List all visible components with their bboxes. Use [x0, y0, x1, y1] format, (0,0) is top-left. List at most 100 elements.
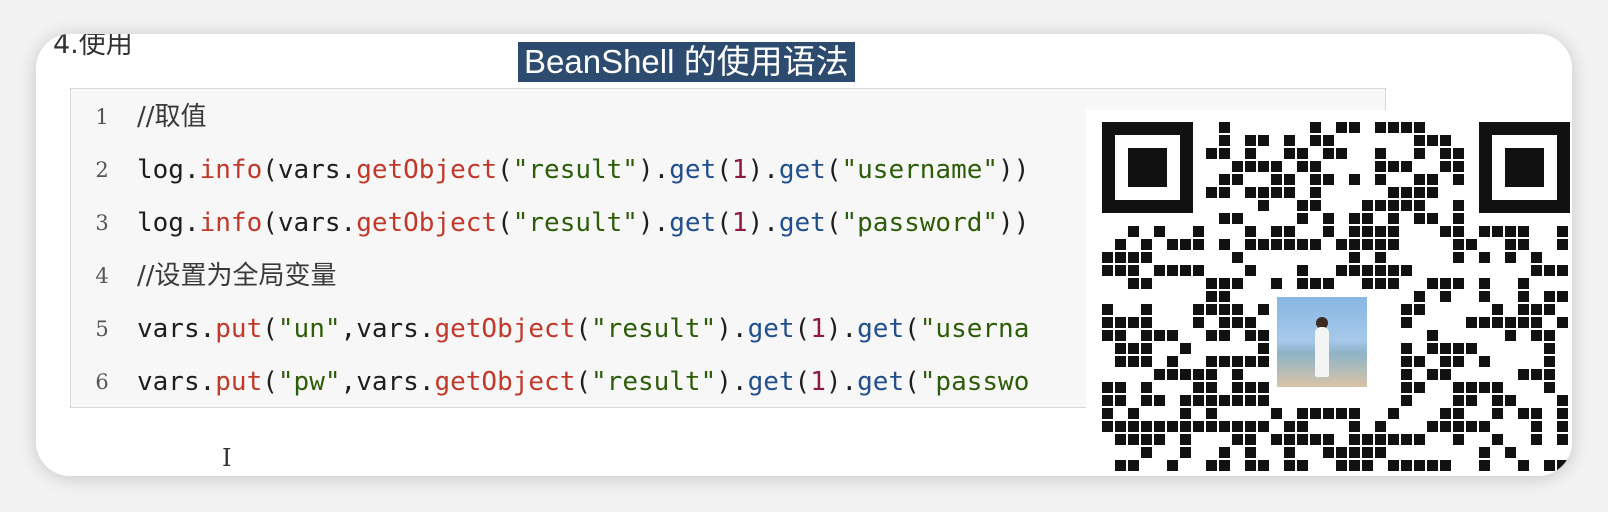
code-token: ( [497, 155, 513, 185]
qr-module [1427, 213, 1438, 224]
qr-module [1297, 265, 1308, 276]
code-token: info [199, 155, 263, 185]
qr-module [1349, 265, 1360, 276]
qr-module [1362, 434, 1373, 445]
qr-module [1492, 382, 1503, 393]
qr-module [1388, 213, 1399, 224]
qr-module [1544, 265, 1555, 276]
qr-module [1362, 226, 1373, 237]
code-token: . [653, 155, 670, 185]
qr-module [1310, 174, 1321, 185]
code-token: )) [998, 208, 1030, 238]
code-token: get [778, 155, 826, 185]
qr-module [1232, 382, 1243, 393]
qr-module [1193, 304, 1204, 315]
code-token: ) [825, 314, 842, 344]
code-token: getObject [356, 208, 498, 238]
qr-module [1245, 330, 1256, 341]
qr-module [1492, 317, 1503, 328]
qr-module [1284, 148, 1295, 159]
qr-module [1414, 291, 1425, 302]
qr-module [1245, 265, 1256, 276]
qr-module [1414, 213, 1425, 224]
qr-module [1219, 278, 1230, 289]
code-token: . [731, 367, 748, 397]
code-token: ) [825, 367, 842, 397]
code-token: get [857, 314, 905, 344]
qr-module [1232, 395, 1243, 406]
code-token: )) [998, 155, 1030, 185]
qr-module [1219, 330, 1230, 341]
code-token: ( [716, 208, 732, 238]
qr-module [1284, 460, 1295, 471]
code-token: ( [497, 208, 513, 238]
qr-module [1505, 252, 1516, 263]
code-token: get [747, 314, 795, 344]
qr-module [1128, 265, 1139, 276]
qr-module [1297, 239, 1308, 250]
qr-module [1128, 434, 1139, 445]
qr-module [1518, 304, 1529, 315]
code-token: "username" [841, 155, 999, 185]
qr-module [1310, 187, 1321, 198]
qr-module [1531, 317, 1542, 328]
code-token: vars [356, 314, 419, 344]
qr-module [1115, 434, 1126, 445]
qr-module [1102, 408, 1113, 419]
qr-module [1141, 239, 1152, 250]
code-token: ( [904, 367, 920, 397]
qr-module [1219, 135, 1230, 146]
qr-module [1388, 408, 1399, 419]
qr-module [1219, 447, 1230, 458]
qr-module [1310, 408, 1321, 419]
qr-finder-pattern [1128, 148, 1167, 187]
qr-module [1336, 239, 1347, 250]
qr-module [1375, 174, 1386, 185]
qr-module [1193, 382, 1204, 393]
qr-module [1115, 330, 1126, 341]
qr-module [1349, 239, 1360, 250]
qr-module [1258, 330, 1269, 341]
qr-module [1206, 395, 1217, 406]
qr-module [1453, 408, 1464, 419]
qr-module [1375, 252, 1386, 263]
code-text: vars.put("un",vars.getObject("result").g… [137, 303, 1029, 355]
qr-module [1440, 135, 1451, 146]
qr-module [1219, 421, 1230, 432]
code-token: vars [137, 367, 200, 397]
qr-module [1271, 239, 1282, 250]
qr-module [1401, 369, 1412, 380]
qr-module [1258, 239, 1269, 250]
qr-module [1557, 434, 1568, 445]
qr-module [1128, 252, 1139, 263]
qr-module [1440, 460, 1451, 471]
qr-module [1375, 122, 1386, 133]
qr-module [1401, 187, 1412, 198]
qr-module [1102, 382, 1113, 393]
code-token: ( [262, 155, 278, 185]
qr-module [1388, 226, 1399, 237]
qr-module [1219, 239, 1230, 250]
qr-module [1258, 135, 1269, 146]
qr-module [1375, 278, 1386, 289]
qr-module [1375, 421, 1386, 432]
qr-module [1544, 356, 1555, 367]
qr-code[interactable] [1086, 110, 1572, 476]
qr-module [1544, 330, 1555, 341]
qr-module [1479, 447, 1490, 458]
code-token: ) [747, 208, 764, 238]
qr-module [1349, 408, 1360, 419]
qr-module [1271, 161, 1282, 172]
qr-module [1141, 395, 1152, 406]
qr-module [1440, 278, 1451, 289]
code-token: ( [794, 367, 811, 397]
qr-module [1505, 317, 1516, 328]
qr-module [1349, 421, 1360, 432]
qr-module [1297, 200, 1308, 211]
code-token: . [731, 314, 748, 344]
qr-module [1128, 421, 1139, 432]
qr-module [1518, 408, 1529, 419]
qr-module [1453, 161, 1464, 172]
qr-module [1505, 226, 1516, 237]
line-number: 2 [95, 158, 109, 182]
